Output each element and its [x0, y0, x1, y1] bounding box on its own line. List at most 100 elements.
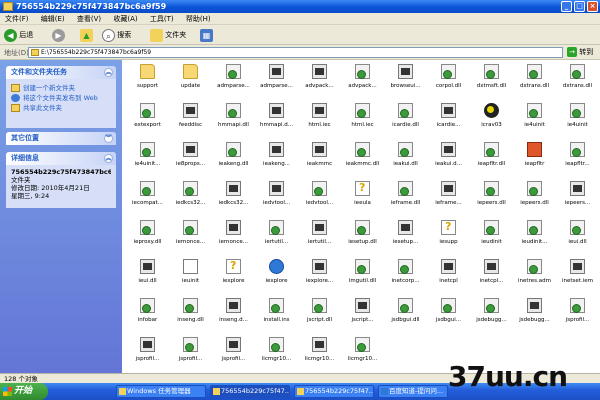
taskbar-explorer-1[interactable]: 756554b229c75f47... — [210, 385, 290, 398]
menu-file[interactable]: 文件(F) — [0, 13, 34, 25]
views-button[interactable]: ▦ — [200, 27, 213, 43]
start-button[interactable]: 开始 — [0, 383, 48, 400]
file-item[interactable]: imgutil.dll — [341, 257, 384, 296]
file-item[interactable]: iexplore — [212, 257, 255, 296]
file-item[interactable]: licmgr10... — [341, 335, 384, 374]
file-item[interactable]: icardie... — [427, 101, 470, 140]
back-button[interactable]: ◀ 后退 — [4, 27, 33, 43]
file-item[interactable]: jsprofil... — [212, 335, 255, 374]
file-item[interactable]: iesetup... — [384, 218, 427, 257]
file-item[interactable]: ieudinit — [470, 218, 513, 257]
file-tasks-header[interactable]: 文件和文件夹任务 ︽ — [6, 66, 116, 79]
file-item[interactable]: ieui.dll — [126, 257, 169, 296]
file-item[interactable]: icardie.dll — [384, 101, 427, 140]
file-item[interactable]: browseui... — [384, 62, 427, 101]
menu-view[interactable]: 查看(V) — [72, 13, 106, 25]
close-button[interactable]: × — [587, 1, 598, 12]
file-item[interactable]: iedvtool... — [298, 179, 341, 218]
file-item[interactable]: iepeers... — [556, 179, 599, 218]
file-item[interactable]: ieakeng... — [255, 140, 298, 179]
menu-help[interactable]: 帮助(H) — [181, 13, 216, 25]
file-item[interactable]: ieapfltr... — [556, 140, 599, 179]
menu-edit[interactable]: 编辑(E) — [36, 13, 70, 25]
file-item[interactable]: ieakui.dll — [384, 140, 427, 179]
file-item[interactable]: licmgr10... — [298, 335, 341, 374]
file-item[interactable]: jsprofil... — [126, 335, 169, 374]
file-item[interactable]: dxtrans.dll — [513, 62, 556, 101]
file-item[interactable]: jscript.dll — [298, 296, 341, 335]
chevron-up-icon[interactable]: ︽ — [104, 154, 113, 163]
file-item[interactable]: inetset.iem — [556, 257, 599, 296]
file-item[interactable]: icrav03 — [470, 101, 513, 140]
file-item[interactable]: ieui.dll — [556, 218, 599, 257]
file-item[interactable]: html.iec — [298, 101, 341, 140]
other-places-header[interactable]: 其它位置 ︾ — [6, 132, 116, 145]
menu-favorites[interactable]: 收藏(A) — [108, 13, 142, 25]
file-item[interactable]: iesetup.dll — [341, 218, 384, 257]
file-item[interactable]: dxtrans.dll — [556, 62, 599, 101]
file-item[interactable]: ieudinit... — [513, 218, 556, 257]
file-item[interactable]: admparse... — [255, 62, 298, 101]
title-bar[interactable]: 756554b229c75f473847bc6a9f59 _ □ × — [0, 0, 600, 13]
task-new-folder[interactable]: 创建一个新文件夹 — [11, 84, 111, 92]
file-item[interactable]: extexport — [126, 101, 169, 140]
chevron-up-icon[interactable]: ︽ — [104, 68, 113, 77]
file-item[interactable]: inseng.d... — [212, 296, 255, 335]
file-item[interactable]: update — [169, 62, 212, 101]
file-item[interactable]: jsdbgui... — [427, 296, 470, 335]
file-item[interactable]: inetcorp... — [384, 257, 427, 296]
chevron-down-icon[interactable]: ︾ — [104, 134, 113, 143]
file-item[interactable]: ieakmmc.dll — [341, 140, 384, 179]
file-item[interactable]: iertutil... — [255, 218, 298, 257]
file-item[interactable]: ieuinit — [169, 257, 212, 296]
address-input[interactable]: E:\756554b229c75f473847bc6a9f59 — [28, 47, 563, 58]
file-item[interactable]: html.iec — [341, 101, 384, 140]
file-item[interactable]: iepeers.dll — [470, 179, 513, 218]
file-item[interactable]: ie4uinit — [556, 101, 599, 140]
file-item[interactable]: support — [126, 62, 169, 101]
details-header[interactable]: 详细信息 ︽ — [6, 152, 116, 165]
file-item[interactable]: iepeers.dll — [513, 179, 556, 218]
file-item[interactable]: ie4uinit... — [126, 140, 169, 179]
taskbar-explorer-2[interactable]: 756554b229c75f47... — [294, 385, 374, 398]
file-item[interactable]: jscript... — [341, 296, 384, 335]
file-item[interactable]: iernonce... — [212, 218, 255, 257]
taskbar-browser[interactable]: 百度知道-提问问... — [378, 385, 448, 398]
file-item[interactable]: admparse... — [212, 62, 255, 101]
file-item[interactable]: ieapfltr — [513, 140, 556, 179]
file-item[interactable]: licmgr10... — [255, 335, 298, 374]
folders-button[interactable]: 文件夹 — [150, 27, 186, 43]
file-item[interactable]: install.ins — [255, 296, 298, 335]
file-item[interactable]: ieapfltr.dll — [470, 140, 513, 179]
file-item[interactable]: iecompat... — [126, 179, 169, 218]
file-item[interactable]: ie8props... — [169, 140, 212, 179]
file-item[interactable]: infobar — [126, 296, 169, 335]
file-item[interactable]: jsdebugg... — [470, 296, 513, 335]
file-item[interactable]: jsdebugg... — [513, 296, 556, 335]
file-item[interactable]: iexplore... — [298, 257, 341, 296]
file-item[interactable]: advpack... — [341, 62, 384, 101]
file-item[interactable]: ieakui.d... — [427, 140, 470, 179]
file-item[interactable]: ieakmmc — [298, 140, 341, 179]
file-item[interactable]: inetcpl... — [470, 257, 513, 296]
file-item[interactable]: corpol.dll — [427, 62, 470, 101]
file-item[interactable]: iedvtool... — [255, 179, 298, 218]
file-item[interactable]: hmmapi.d... — [255, 101, 298, 140]
file-item[interactable]: inetres.adm — [513, 257, 556, 296]
go-button[interactable]: → 转到 — [567, 47, 593, 58]
task-share-folder[interactable]: 共享此文件夹 — [11, 104, 111, 112]
search-button[interactable]: ⌕ 搜索 — [102, 27, 131, 43]
maximize-button[interactable]: □ — [574, 1, 585, 12]
file-item[interactable]: iertutil... — [298, 218, 341, 257]
file-item[interactable]: hmmapi.dll — [212, 101, 255, 140]
file-item[interactable]: dxtmsft.dll — [470, 62, 513, 101]
file-item[interactable]: jsprofil... — [169, 335, 212, 374]
file-item[interactable]: inetcpl — [427, 257, 470, 296]
file-item[interactable]: iexplore — [255, 257, 298, 296]
up-button[interactable]: ▲ — [80, 27, 93, 43]
file-item[interactable]: ieframe... — [427, 179, 470, 218]
file-item[interactable]: inseng.dll — [169, 296, 212, 335]
file-item[interactable]: ieakeng.dll — [212, 140, 255, 179]
file-item[interactable]: feeddisc — [169, 101, 212, 140]
file-item[interactable]: ieframe.dll — [384, 179, 427, 218]
